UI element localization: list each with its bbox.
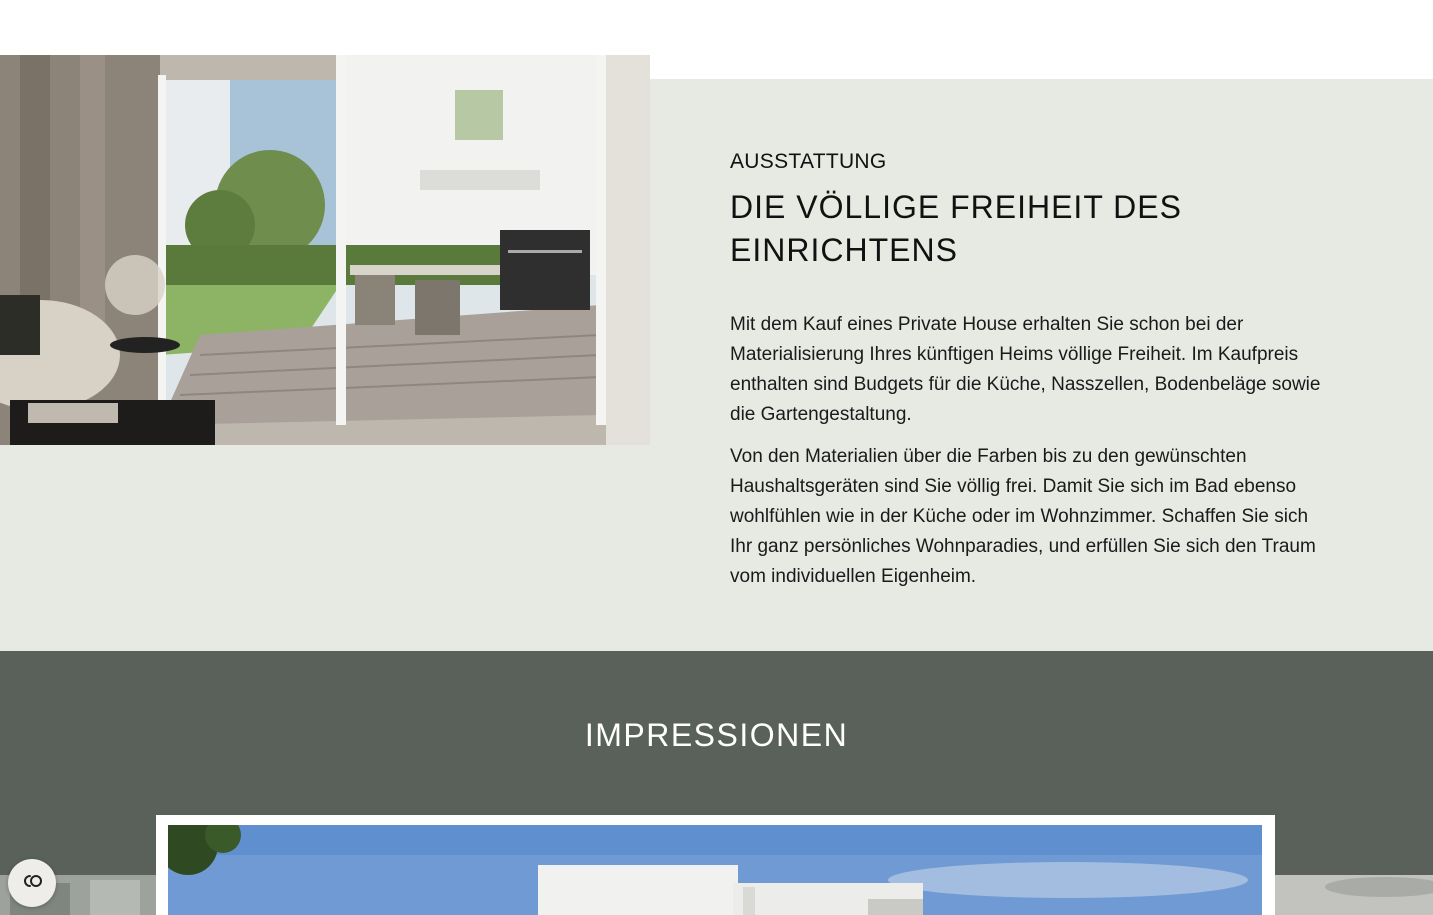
cookie-consent-icon — [19, 873, 45, 894]
body-paragraph-2: Von den Materialien über die Farben bis … — [730, 446, 1316, 587]
cookie-consent-button[interactable] — [8, 859, 56, 907]
feature-text-block: AUSSTATTUNG DIE VÖLLIGE FREIHEIT DES EIN… — [730, 150, 1330, 604]
interior-terrace-photo — [0, 55, 650, 445]
section-headline: DIE VÖLLIGE FREIHEIT DES EINRICHTENS — [730, 189, 1182, 268]
carousel-slide-next[interactable] — [1275, 875, 1433, 915]
impressions-title: IMPRESSIONEN — [584, 717, 849, 753]
impressions-section: IMPRESSIONEN — [0, 651, 1433, 915]
body-paragraph-1: Mit dem Kauf eines Private House erhalte… — [730, 314, 1321, 425]
section-eyebrow: AUSSTATTUNG — [730, 150, 887, 173]
carousel-slide-current[interactable] — [156, 815, 1275, 915]
house-exterior-photo — [168, 825, 1262, 915]
